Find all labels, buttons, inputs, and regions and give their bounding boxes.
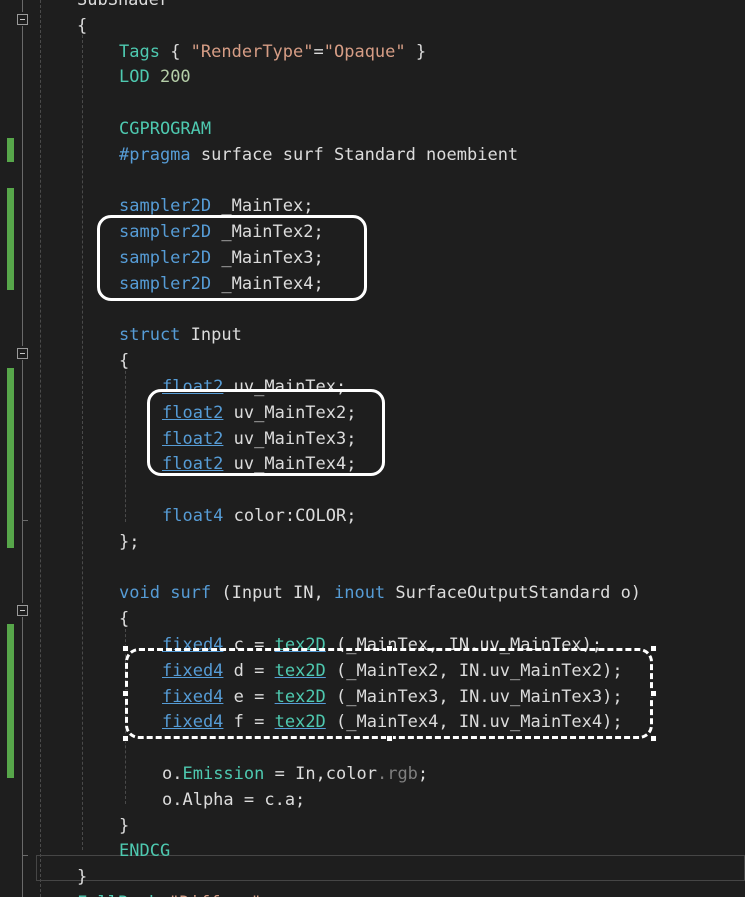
code-token: inout <box>333 583 386 604</box>
line-struct[interactable]: struct Input <box>119 322 242 348</box>
indent-guide <box>82 30 83 850</box>
highlight-box-uv-fields <box>147 389 385 476</box>
code-token: CGPROGRAM <box>119 119 212 139</box>
code-token: _MainTex; <box>211 196 314 217</box>
line-close-brace-3[interactable]: } <box>119 813 129 839</box>
line-close-struct[interactable]: }; <box>119 529 139 555</box>
code-token: = <box>313 41 324 62</box>
indent-guide <box>125 366 126 522</box>
line-endcg[interactable]: ENDCG <box>119 838 170 864</box>
code-token: .rgb <box>376 764 418 784</box>
code-token: LOD <box>119 67 160 88</box>
change-marker <box>7 624 14 778</box>
line-open-brace-1[interactable]: { <box>77 13 87 39</box>
code-token: ; <box>417 764 429 784</box>
code-token: SurfaceOutputStandard o) <box>385 583 642 604</box>
code-token: { <box>77 15 88 36</box>
fold-line <box>22 26 23 346</box>
code-token: o. <box>162 764 183 784</box>
fold-line <box>22 521 23 603</box>
highlight-box-samplers <box>97 215 367 301</box>
code-token: } <box>405 41 427 62</box>
line-alpha[interactable]: o.Alpha = c.a; <box>162 787 305 813</box>
code-token: ENDCG <box>119 841 171 862</box>
fold-collapse-icon[interactable] <box>17 14 28 25</box>
code-token: surface surf Standard noembient <box>190 144 519 165</box>
code-token: struct <box>119 325 181 346</box>
code-token: "RenderType" <box>190 41 314 62</box>
code-token: o.Alpha = c.a; <box>162 789 306 810</box>
fold-line <box>22 360 23 520</box>
code-token: } <box>119 815 130 836</box>
line-tags[interactable]: Tags { "RenderType"="Opaque" } <box>119 39 426 65</box>
code-token: surf <box>170 583 212 604</box>
line-cgprogram[interactable]: CGPROGRAM <box>119 116 211 142</box>
code-token: Input <box>180 325 242 346</box>
fold-collapse-icon[interactable] <box>17 348 28 359</box>
line-lod[interactable]: LOD 200 <box>119 64 191 90</box>
line-open-brace-3[interactable]: { <box>119 606 129 632</box>
code-token: #pragma <box>119 144 191 165</box>
code-token: FallBack <box>77 893 159 897</box>
line-color[interactable]: float4 color:COLOR; <box>162 503 356 529</box>
line-open-brace-2[interactable]: { <box>119 348 129 374</box>
change-marker <box>7 368 14 548</box>
change-marker <box>7 188 14 290</box>
change-marker <box>7 138 14 162</box>
fold-line <box>22 0 23 12</box>
resize-handle[interactable] <box>122 735 129 742</box>
code-token: float4 <box>162 506 224 526</box>
resize-handle[interactable] <box>650 735 657 742</box>
code-token: Emission <box>182 764 265 784</box>
line-pragma[interactable]: #pragma surface surf Standard noembient <box>119 142 518 168</box>
resize-handle[interactable] <box>122 690 129 697</box>
fold-collapse-icon[interactable] <box>17 605 28 616</box>
code-token: Tags <box>119 41 160 62</box>
code-token: SubShader <box>77 0 170 10</box>
code-token: = In,color <box>264 764 377 784</box>
resize-handle[interactable] <box>386 735 393 742</box>
code-token: "Diffuse" <box>169 893 261 897</box>
code-token: "Opaque" <box>323 41 406 62</box>
resize-handle[interactable] <box>650 645 657 652</box>
fold-line <box>22 617 23 855</box>
line-fallback[interactable]: FallBack "Diffuse" <box>77 890 261 897</box>
code-token: sampler2D <box>119 196 212 217</box>
code-token: 200 <box>159 67 191 88</box>
code-token: }; <box>119 531 140 552</box>
line-void-surf[interactable]: void surf (Input IN, inout SurfaceOutput… <box>119 580 641 606</box>
code-token: void <box>119 583 160 604</box>
highlight-box-tex2d-lines[interactable] <box>125 648 653 739</box>
code-token: { <box>119 351 130 372</box>
code-token: (Input IN, <box>211 583 334 604</box>
code-token: { <box>119 609 130 630</box>
fold-line <box>22 856 23 897</box>
resize-handle[interactable] <box>386 645 393 652</box>
line-emission[interactable]: o.Emission = In,color.rgb; <box>162 761 428 787</box>
code-token: color:COLOR; <box>223 506 357 526</box>
indent-guide <box>40 0 41 897</box>
code-editor[interactable]: SubShader{Tags { "RenderType"="Opaque" }… <box>0 0 745 897</box>
resize-handle[interactable] <box>122 645 129 652</box>
code-token: } <box>77 867 88 888</box>
line-close-brace-1[interactable]: } <box>77 864 87 890</box>
resize-handle[interactable] <box>650 690 657 697</box>
line-subshader[interactable]: SubShader <box>77 0 169 13</box>
code-token: { <box>159 41 191 62</box>
